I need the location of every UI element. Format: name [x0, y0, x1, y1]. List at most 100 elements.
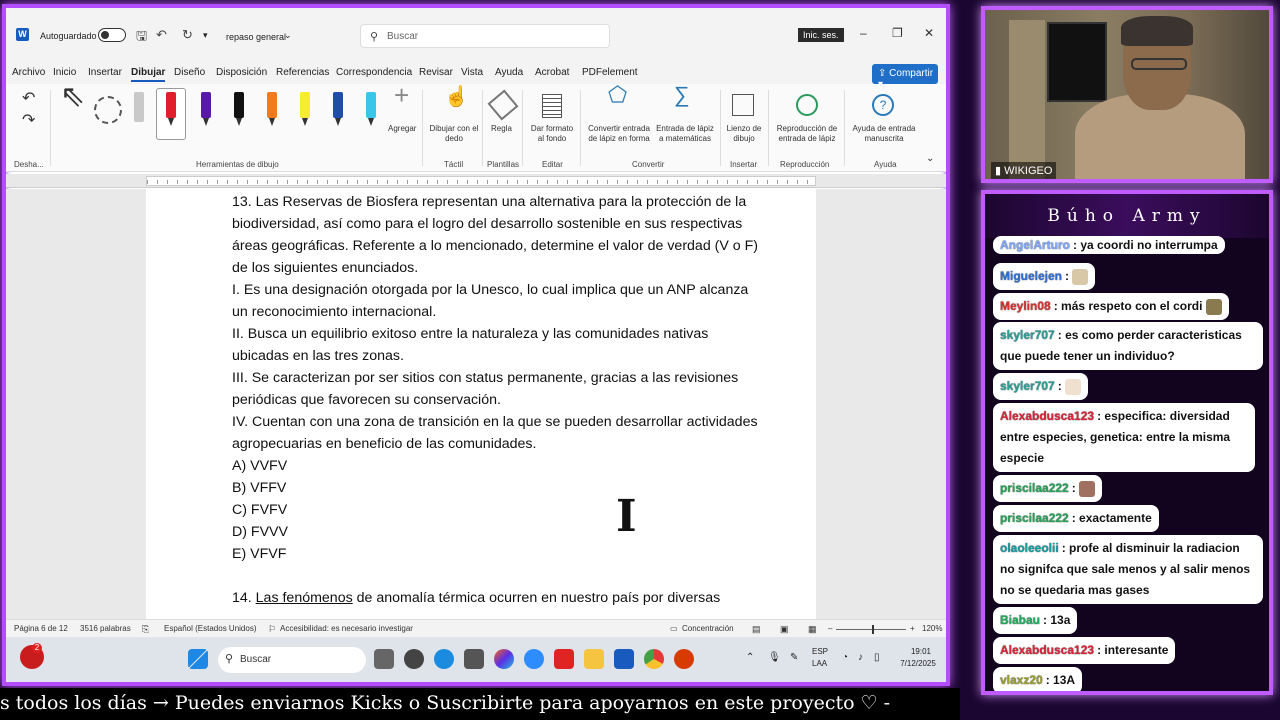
edge-icon[interactable] [434, 649, 454, 669]
task-view-icon[interactable] [374, 649, 394, 669]
chat-username[interactable]: olaoleeolii [1000, 541, 1059, 555]
acrobat-icon[interactable] [554, 649, 574, 669]
focus-icon[interactable]: ▭ [670, 624, 678, 633]
battery-icon[interactable]: ▯ [874, 653, 880, 663]
powerpoint-icon[interactable] [674, 649, 694, 669]
title-chevron-down-icon[interactable]: ⌄ [284, 30, 292, 41]
redo-ink-icon[interactable]: ↷ [22, 113, 35, 129]
ink-replay-icon[interactable] [796, 94, 818, 116]
orange-pen-icon[interactable] [265, 92, 279, 128]
clock-time[interactable]: 19:01 [900, 647, 942, 657]
ink-to-shape-label[interactable]: Convertir entrada de lápiz en forma [584, 124, 654, 144]
draw-with-touch-label[interactable]: Dibujar con el dedo [428, 124, 480, 144]
zoom-out-icon[interactable]: – [828, 624, 832, 633]
chrome-icon[interactable] [644, 649, 664, 669]
pen-tray-icon[interactable]: ✎ [790, 653, 798, 663]
tab-inicio[interactable]: Inicio [53, 67, 76, 78]
add-pen-icon[interactable]: + [394, 82, 409, 108]
eraser-icon[interactable] [132, 92, 146, 128]
print-layout-icon[interactable]: ▣ [780, 624, 789, 635]
chat-username[interactable]: Alexabdusca123 [1000, 409, 1094, 423]
ribbon-collapse-icon[interactable]: ⌄ [926, 154, 934, 164]
tab-revisar[interactable]: Revisar [419, 67, 453, 78]
tab-diseno[interactable]: Diseño [174, 67, 205, 78]
purple-pen-icon[interactable] [199, 92, 213, 128]
microphone-icon[interactable]: 🎙 [768, 653, 781, 663]
tray-chevron-icon[interactable]: ⌃ [746, 653, 754, 663]
chat-username[interactable]: skyler707 [1000, 379, 1055, 393]
redo-icon[interactable]: ↻ [182, 27, 193, 43]
blue-pen-icon[interactable] [331, 92, 345, 128]
ink-replay-label[interactable]: Reproducción de entrada de lápiz [772, 124, 842, 144]
tab-vista[interactable]: Vista [461, 67, 483, 78]
windows-start-icon[interactable] [188, 649, 208, 669]
undo-ink-icon[interactable]: ↶ [22, 91, 35, 107]
save-icon[interactable]: 🖫 [136, 27, 147, 49]
lasso-select-icon[interactable] [94, 96, 122, 124]
copilot-icon[interactable] [494, 649, 514, 669]
autosave-toggle[interactable] [98, 28, 126, 42]
input-language[interactable]: ESP [812, 647, 828, 657]
tab-acrobat[interactable]: Acrobat [535, 67, 569, 78]
undo-icon[interactable]: ↶ [156, 27, 167, 43]
quick-access-chevron-icon[interactable]: ▾ [203, 30, 208, 41]
tab-correspondencia[interactable]: Correspondencia [336, 67, 412, 78]
read-mode-icon[interactable]: ▤ [752, 624, 761, 635]
wifi-icon[interactable]: ◔ [842, 653, 848, 663]
close-icon[interactable]: ✕ [924, 26, 934, 40]
document-page[interactable]: 13. Las Reservas de Biosfera representan… [146, 189, 816, 619]
tab-ayuda[interactable]: Ayuda [495, 67, 523, 78]
tab-referencias[interactable]: Referencias [276, 67, 329, 78]
ink-help-label[interactable]: Ayuda de entrada manuscrita [848, 124, 920, 144]
select-cursor-icon[interactable]: ⇖ [60, 82, 85, 112]
accessibility-status[interactable]: Accesibilidad: es necesario investigar [280, 624, 413, 633]
drawing-canvas-label[interactable]: Lienzo de dibujo [724, 124, 764, 144]
red-pen-icon[interactable] [164, 92, 178, 128]
chat-username[interactable]: Meylin08 [1000, 299, 1051, 313]
taskbar-search[interactable]: ⚲ Buscar [218, 647, 366, 673]
share-button[interactable]: ⇪ Compartir ▾ [872, 64, 938, 90]
chat-username[interactable]: skyler707 [1000, 328, 1055, 342]
word-count[interactable]: 3516 palabras [80, 624, 131, 633]
tab-dibujar[interactable]: Dibujar [131, 67, 166, 82]
draw-with-touch-icon[interactable]: ☝ [444, 87, 469, 107]
keyboard-layout[interactable]: LAA [812, 659, 827, 669]
zoom-level[interactable]: 120% [922, 624, 942, 633]
zoom-slider[interactable] [836, 629, 906, 630]
page-count[interactable]: Página 6 de 12 [14, 624, 68, 633]
ink-help-icon[interactable]: ? [872, 94, 894, 116]
word-taskbar-icon[interactable] [614, 649, 634, 669]
black-pen-icon[interactable] [232, 92, 246, 128]
ink-to-math-label[interactable]: Entrada de lápiz a matemáticas [654, 124, 716, 144]
ink-to-math-icon[interactable]: ∑ [674, 84, 690, 106]
format-background-icon[interactable] [542, 94, 562, 118]
file-explorer-icon[interactable] [584, 649, 604, 669]
web-layout-icon[interactable]: ▦ [808, 624, 817, 635]
ink-to-shape-icon[interactable]: ⬠ [608, 84, 627, 106]
ruler-label[interactable]: Regla [491, 124, 512, 134]
clock-date[interactable]: 7/12/2025 [894, 659, 942, 669]
ruler-icon[interactable] [487, 89, 519, 121]
chat-username[interactable]: Miguelejen [1000, 269, 1062, 283]
chat-username[interactable]: AngelArturo [1000, 238, 1070, 252]
chat-username[interactable]: Biabau [1000, 613, 1040, 627]
tab-pdfelement[interactable]: PDFelement [582, 67, 638, 78]
chat-username[interactable]: priscilaa222 [1000, 511, 1069, 525]
document-title[interactable]: repaso general [226, 32, 286, 42]
sign-in-button[interactable]: Inic. ses. [798, 28, 844, 42]
restore-icon[interactable]: ❐ [892, 26, 903, 40]
cyan-highlighter-icon[interactable] [364, 92, 378, 128]
proofing-icon[interactable]: ⎘ [142, 624, 149, 635]
format-background-label[interactable]: Dar formato al fondo [528, 124, 576, 144]
zoom-in-icon[interactable]: + [910, 624, 915, 633]
tab-archivo[interactable]: Archivo [12, 67, 45, 78]
volume-icon[interactable]: ♪ [858, 653, 863, 663]
language-status[interactable]: Español (Estados Unidos) [164, 624, 257, 633]
calculator-icon[interactable] [464, 649, 484, 669]
drawing-canvas-icon[interactable] [732, 94, 754, 116]
search-input[interactable]: ⚲ Buscar [360, 24, 610, 48]
github-icon[interactable] [404, 649, 424, 669]
yellow-highlighter-icon[interactable] [298, 92, 312, 128]
add-pen-label[interactable]: Agregar [388, 124, 416, 134]
focus-mode[interactable]: Concentración [682, 624, 734, 633]
